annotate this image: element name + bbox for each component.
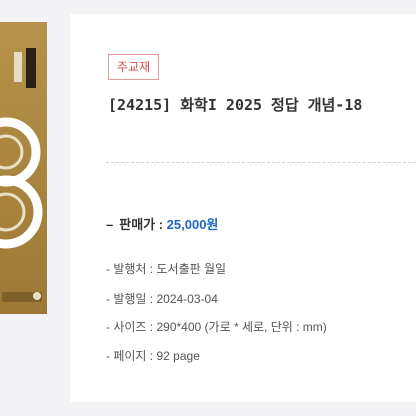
spec-row-publisher: - 발행처 : 도서출판 월일 <box>106 262 227 276</box>
cover-number-graphic <box>0 117 43 249</box>
spec-row-pages: - 페이지 : 92 page <box>106 349 200 363</box>
spec-row-size: - 사이즈 : 290*400 (가로 * 세로, 단위 : mm) <box>106 320 327 334</box>
book-cover-image[interactable] <box>0 22 47 314</box>
spec-label: 페이지 <box>113 349 147 363</box>
category-badge: 주교재 <box>108 54 160 80</box>
price-value: 25,000원 <box>166 217 219 232</box>
cover-logo-mark <box>33 292 41 300</box>
spec-label: 발행일 <box>113 292 147 306</box>
price-row: – 판매가 : 25,000원 <box>106 214 218 233</box>
spec-row-date: - 발행일 : 2024-03-04 <box>106 292 218 306</box>
price-label: 판매가 : <box>119 217 167 232</box>
product-info-card: 주교재 [24215] 화학I 2025 정답 개념-18 – 판매가 : 25,… <box>70 14 416 402</box>
divider <box>106 162 416 163</box>
product-page: 주교재 [24215] 화학I 2025 정답 개념-18 – 판매가 : 25,… <box>0 0 416 416</box>
product-title: [24215] 화학I 2025 정답 개념-18 <box>108 96 363 114</box>
spec-value: 도서출판 월일 <box>156 262 227 276</box>
spec-label: 발행처 <box>113 262 147 276</box>
spec-value: 2024-03-04 <box>156 292 218 306</box>
spec-label: 사이즈 <box>113 320 147 334</box>
bullet-dash: – <box>106 217 114 232</box>
spec-value: 290*400 (가로 * 세로, 단위 : mm) <box>156 320 327 334</box>
spec-value: 92 page <box>156 349 200 363</box>
